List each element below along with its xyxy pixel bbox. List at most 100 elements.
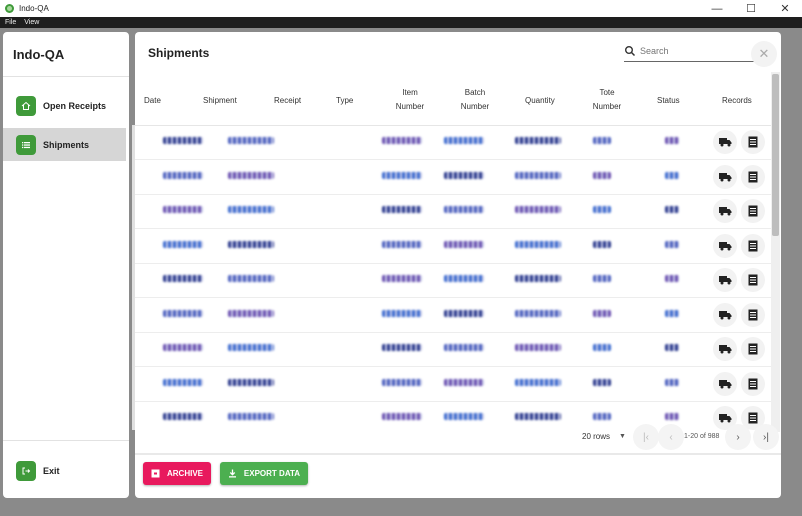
- obscured-cell: [444, 378, 484, 386]
- archive-button[interactable]: ARCHIVE: [143, 462, 211, 485]
- shipment-record-button[interactable]: [713, 233, 737, 258]
- document-record-button[interactable]: [741, 130, 765, 154]
- last-page-icon: ›|: [763, 431, 769, 443]
- obscured-cell: [444, 206, 484, 213]
- table-body: [135, 125, 775, 430]
- column-header-tote-number[interactable]: Tote Number: [590, 86, 624, 114]
- shipment-record-button[interactable]: [713, 268, 737, 292]
- chevron-down-icon[interactable]: ▼: [619, 433, 626, 440]
- table-row[interactable]: [135, 263, 775, 298]
- maximize-button[interactable]: ☐: [734, 0, 768, 17]
- archive-label: ARCHIVE: [166, 469, 203, 478]
- document-icon: [748, 136, 758, 148]
- document-record-button[interactable]: [741, 164, 765, 189]
- menu-file[interactable]: File: [5, 19, 16, 26]
- chevron-right-icon: ›: [736, 431, 740, 443]
- column-header-status[interactable]: Status: [657, 94, 680, 108]
- table-row[interactable]: [135, 229, 775, 264]
- obscured-cell: [228, 240, 274, 248]
- next-page-button[interactable]: ›: [725, 424, 751, 450]
- obscured-cell: [515, 378, 561, 386]
- vertical-scrollbar[interactable]: [771, 72, 780, 432]
- document-record-button[interactable]: [741, 302, 765, 327]
- document-record-button[interactable]: [741, 371, 765, 396]
- exit-button[interactable]: Exit: [3, 454, 126, 487]
- shipment-record-button[interactable]: [713, 164, 737, 189]
- close-window-button[interactable]: ✕: [768, 0, 802, 17]
- shipment-record-button[interactable]: [713, 371, 737, 396]
- obscured-cell: [382, 378, 422, 386]
- document-record-button[interactable]: [741, 233, 765, 258]
- document-icon: [748, 412, 758, 424]
- column-header-type[interactable]: Type: [336, 94, 353, 108]
- prev-page-button[interactable]: ‹: [658, 424, 684, 450]
- obscured-cell: [163, 413, 203, 420]
- column-header-receipt[interactable]: Receipt: [274, 94, 301, 108]
- table-row[interactable]: [135, 125, 775, 160]
- obscured-cell: [665, 275, 679, 282]
- obscured-cell: [665, 240, 679, 248]
- table-row[interactable]: [135, 332, 775, 367]
- shipment-record-button[interactable]: [713, 302, 737, 327]
- close-icon: ✕: [758, 46, 770, 61]
- obscured-cell: [163, 275, 203, 282]
- column-header-batch-number[interactable]: Batch Number: [457, 86, 493, 114]
- obscured-cell: [228, 344, 274, 351]
- menu-view[interactable]: View: [24, 19, 39, 26]
- document-record-button[interactable]: [741, 268, 765, 292]
- footer-divider: [135, 453, 781, 455]
- obscured-cell: [444, 413, 484, 420]
- document-record-button[interactable]: [741, 199, 765, 223]
- minimize-button[interactable]: —: [700, 0, 734, 17]
- search-underline: [624, 61, 774, 62]
- truck-icon: [718, 138, 731, 147]
- sidebar-divider: [3, 440, 129, 441]
- shipment-record-button[interactable]: [713, 337, 737, 361]
- obscured-cell: [163, 309, 203, 317]
- table-row[interactable]: [135, 298, 775, 333]
- obscured-cell: [228, 275, 274, 282]
- home-icon: [16, 95, 36, 116]
- scrollbar-thumb[interactable]: [772, 74, 779, 236]
- clear-search-button[interactable]: ✕: [751, 41, 777, 67]
- first-page-button[interactable]: |‹: [633, 424, 659, 450]
- column-header-quantity[interactable]: Quantity: [525, 94, 555, 108]
- document-icon: [748, 309, 758, 320]
- rows-per-page-select[interactable]: 20 rows: [582, 432, 610, 441]
- obscured-cell: [515, 309, 561, 317]
- obscured-cell: [444, 171, 484, 179]
- obscured-cell: [665, 344, 679, 351]
- column-header-date[interactable]: Date: [144, 94, 161, 108]
- obscured-cell: [515, 413, 561, 420]
- table-row[interactable]: [135, 160, 775, 195]
- sidebar-item-label: Open Receipts: [43, 100, 107, 111]
- truck-icon: [718, 414, 731, 423]
- obscured-cell: [444, 344, 484, 351]
- obscured-cell: [163, 206, 203, 213]
- table-header: Date Shipment Receipt Type Item Number B…: [135, 78, 775, 126]
- sidebar-item-shipments[interactable]: Shipments: [3, 128, 126, 161]
- obscured-cell: [163, 240, 203, 248]
- chevron-left-icon: ‹: [669, 431, 673, 443]
- document-record-button[interactable]: [741, 337, 765, 361]
- truck-icon: [718, 379, 731, 388]
- shipment-record-button[interactable]: [713, 199, 737, 223]
- last-page-button[interactable]: ›|: [753, 424, 779, 450]
- obscured-cell: [382, 309, 422, 317]
- shipment-record-button[interactable]: [713, 130, 737, 154]
- search-input[interactable]: [640, 44, 750, 58]
- archive-icon: [151, 469, 160, 478]
- table-row[interactable]: [135, 367, 775, 402]
- obscured-cell: [665, 413, 679, 420]
- pagination: 20 rows ▼ |‹ ‹ 1-20 of 988 › ›|: [575, 424, 780, 450]
- sidebar-item-label: Shipments: [43, 139, 90, 150]
- obscured-cell: [228, 378, 274, 386]
- search-icon: [625, 46, 636, 57]
- column-header-item-number[interactable]: Item Number: [391, 86, 429, 114]
- table-row[interactable]: [135, 194, 775, 229]
- column-header-shipment[interactable]: Shipment: [203, 94, 237, 108]
- obscured-cell: [665, 378, 679, 386]
- export-data-button[interactable]: EXPORT DATA: [220, 462, 308, 485]
- sidebar-item-open-receipts[interactable]: Open Receipts: [3, 89, 126, 122]
- obscured-cell: [163, 137, 203, 144]
